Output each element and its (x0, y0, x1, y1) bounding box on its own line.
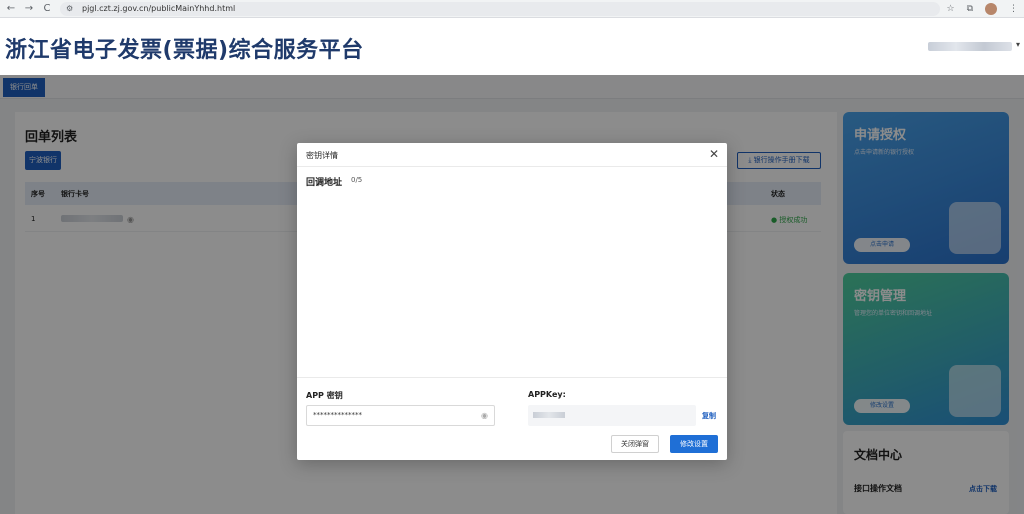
eye-icon[interactable]: ◉ (481, 406, 488, 425)
appkey-label: APPKey: (528, 390, 566, 399)
extensions-icon[interactable]: ⧉ (967, 2, 973, 16)
browser-menu-icon[interactable]: ⋮ (1009, 2, 1018, 16)
browser-toolbar: ← → C ⚙ pjgl.czt.zj.gov.cn/publicMainYhh… (0, 0, 1024, 18)
callback-count: 0/5 (351, 176, 363, 184)
user-name-redacted[interactable] (928, 42, 1012, 51)
callback-label: 回调地址 (306, 178, 343, 188)
divider (297, 166, 727, 167)
site-info-icon[interactable]: ⚙ (66, 2, 73, 16)
modal-title: 密钥详情 (306, 151, 338, 160)
close-icon[interactable]: ✕ (709, 147, 719, 161)
copy-button[interactable]: 复制 (702, 411, 716, 421)
back-icon[interactable]: ← (4, 2, 18, 16)
appkey-field (528, 405, 696, 426)
site-header: 浙江省电子发票(票据)综合服务平台 ▾ (0, 18, 1024, 75)
divider (297, 377, 727, 378)
close-modal-button[interactable]: 关闭弹窗 (611, 435, 659, 453)
app-secret-value: ************** (313, 411, 362, 419)
site-title: 浙江省电子发票(票据)综合服务平台 (5, 38, 364, 63)
profile-avatar[interactable] (985, 3, 997, 15)
reload-icon[interactable]: C (40, 2, 54, 16)
bookmark-star-icon[interactable]: ☆ (946, 2, 954, 16)
edit-settings-button[interactable]: 修改设置 (670, 435, 718, 453)
address-bar[interactable]: ⚙ pjgl.czt.zj.gov.cn/publicMainYhhd.html (60, 2, 940, 16)
chevron-down-icon[interactable]: ▾ (1016, 40, 1020, 49)
key-details-modal: 密钥详情 ✕ 回调地址 0/5 APP 密钥 ************** ◉ … (297, 143, 727, 460)
app-secret-field[interactable]: ************** ◉ (306, 405, 495, 426)
appkey-redacted (533, 412, 565, 418)
forward-icon[interactable]: → (22, 2, 36, 16)
url-text: pjgl.czt.zj.gov.cn/publicMainYhhd.html (82, 4, 236, 13)
app-secret-label: APP 密钥 (306, 391, 343, 400)
